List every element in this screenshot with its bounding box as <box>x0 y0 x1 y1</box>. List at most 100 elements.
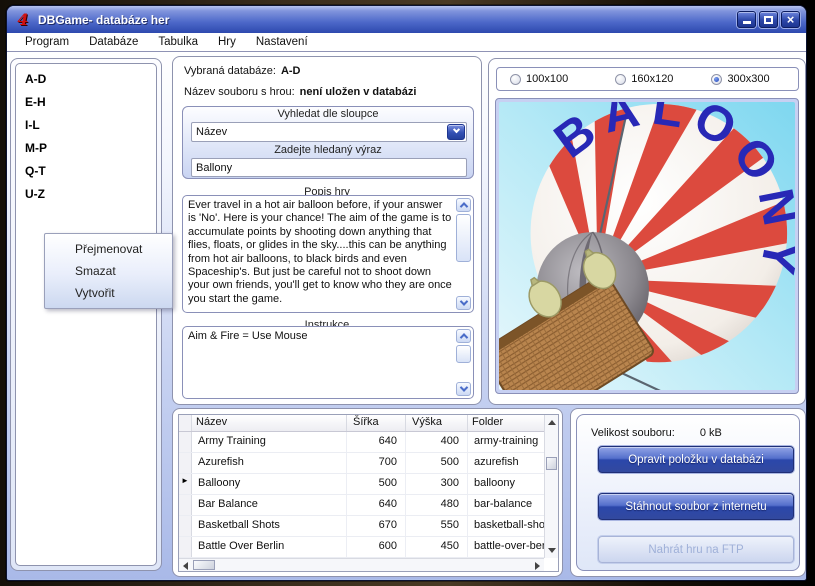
table-row[interactable]: Azurefish 700 500 azurefish <box>179 453 558 474</box>
radio-label: 100x100 <box>526 73 568 85</box>
action-button[interactable]: Opravit položku v databázi <box>598 446 794 473</box>
header-indicator <box>179 415 192 431</box>
menu-item[interactable]: Tabulka <box>148 34 208 50</box>
cell-name: Bar Balance <box>192 495 347 515</box>
size-radio-option[interactable]: 160x120 <box>615 73 673 85</box>
scroll-up-icon[interactable] <box>548 420 556 425</box>
instructions-text: Aim & Fire = Use Mouse <box>188 330 453 395</box>
column-header-name[interactable]: Název <box>192 415 347 431</box>
table-row[interactable]: Bar Balance 640 480 bar-balance <box>179 495 558 516</box>
table-row[interactable]: Balloony 500 300 balloony <box>179 474 558 495</box>
table-vertical-scrollbar[interactable] <box>544 415 558 558</box>
chevron-down-icon <box>459 383 467 391</box>
row-indicator <box>179 516 192 536</box>
maximize-icon <box>764 16 773 24</box>
combo-dropdown-button[interactable] <box>447 124 465 140</box>
search-column-label: Vyhledat dle sloupce <box>183 108 473 120</box>
action-button[interactable]: Nahrát hru na FTP <box>598 536 794 563</box>
action-button[interactable]: Stáhnout soubor z internetu <box>598 493 794 520</box>
cell-name: Balloony <box>192 474 347 494</box>
sidebar-item[interactable]: Q-T <box>16 160 156 183</box>
client-area: A-DE-HI-LM-PQ-TU-Z PřejmenovatSmazatVytv… <box>7 52 806 579</box>
table-horizontal-scrollbar[interactable] <box>179 558 544 571</box>
file-size-line: Velikost souboru: 0 kB <box>591 427 722 439</box>
column-header-width[interactable]: Šířka <box>347 415 406 431</box>
file-size-label: Velikost souboru: <box>591 427 675 439</box>
database-listbox[interactable]: A-DE-HI-LM-PQ-TU-Z <box>15 63 157 566</box>
selected-database-line: Vybraná databáze:A-D <box>184 65 301 77</box>
context-menu-item[interactable]: Vytvořit <box>45 282 172 304</box>
window-title: DBGame- databáze her <box>38 13 737 27</box>
cell-name: Basketball Shots <box>192 516 347 536</box>
radio-label: 160x120 <box>631 73 673 85</box>
scrollbar-thumb[interactable] <box>546 457 557 470</box>
cell-width: 500 <box>347 474 406 494</box>
table-row[interactable]: Battle Over Berlin 600 450 battle-over-b… <box>179 537 558 558</box>
size-radio-option[interactable]: 100x100 <box>510 73 568 85</box>
search-column-combo[interactable]: Název <box>191 122 467 142</box>
scroll-down-icon[interactable] <box>548 548 556 553</box>
size-radio-option[interactable]: 300x300 <box>711 73 769 85</box>
maximize-button[interactable] <box>759 11 778 28</box>
titlebar[interactable]: 4 DBGame- databáze her × <box>7 6 806 33</box>
radio-label: 300x300 <box>727 73 769 85</box>
sidebar-item[interactable]: A-D <box>16 68 156 91</box>
game-file-value: není uložen v databázi <box>300 86 417 98</box>
menu-item[interactable]: Hry <box>208 34 246 50</box>
table-body: Army Training 640 400 army-training Azur… <box>179 432 558 558</box>
sidebar-item[interactable]: M-P <box>16 137 156 160</box>
scroll-up-button[interactable] <box>456 198 471 212</box>
scroll-left-icon[interactable] <box>183 562 188 570</box>
instructions-textbox[interactable]: Aim & Fire = Use Mouse <box>182 326 474 399</box>
radio-icon <box>711 74 722 85</box>
minimize-button[interactable] <box>737 11 756 28</box>
scrollbar-thumb[interactable] <box>456 214 471 262</box>
scrollbar-thumb[interactable] <box>456 345 471 363</box>
row-indicator <box>179 495 192 515</box>
chevron-up-icon <box>459 333 467 341</box>
context-menu-item[interactable]: Smazat <box>45 260 172 282</box>
scrollbar-thumb[interactable] <box>193 560 215 570</box>
cell-name: Azurefish <box>192 453 347 473</box>
scroll-down-button[interactable] <box>456 382 471 396</box>
close-button[interactable]: × <box>781 11 800 28</box>
chevron-down-icon <box>452 126 459 133</box>
scroll-up-button[interactable] <box>456 329 471 343</box>
app-icon: 4 <box>15 12 31 28</box>
row-indicator <box>179 453 192 473</box>
sidebar-item[interactable]: I-L <box>16 114 156 137</box>
menu-item[interactable]: Program <box>15 34 79 50</box>
menu-item[interactable]: Nastavení <box>246 34 318 50</box>
database-list-panel: A-DE-HI-LM-PQ-TU-Z <box>10 58 162 571</box>
cell-height: 400 <box>406 432 468 452</box>
combo-value: Název <box>192 126 447 138</box>
game-file-line: Název souboru s hrou:není uložen v datab… <box>184 86 416 98</box>
window-controls: × <box>737 11 800 28</box>
sidebar-item[interactable]: E-H <box>16 91 156 114</box>
context-menu-item[interactable]: Přejmenovat <box>45 238 172 260</box>
menubar: ProgramDatabázeTabulkaHryNastavení <box>7 33 806 52</box>
menu-item[interactable]: Databáze <box>79 34 148 50</box>
column-header-height[interactable]: Výška <box>406 415 468 431</box>
table-row[interactable]: Basketball Shots 670 550 basketball-shot… <box>179 516 558 537</box>
cell-width: 640 <box>347 495 406 515</box>
game-table: Název Šířka Výška Folder Army Training 6… <box>178 414 559 572</box>
sidebar-item[interactable]: U-Z <box>16 183 156 206</box>
description-scrollbar <box>456 198 471 310</box>
cell-height: 550 <box>406 516 468 536</box>
description-text: Ever travel in a hot air balloon before,… <box>188 199 453 309</box>
description-textbox[interactable]: Ever travel in a hot air balloon before,… <box>182 195 474 313</box>
row-indicator <box>179 432 192 452</box>
search-term-input[interactable] <box>191 158 467 177</box>
cell-name: Army Training <box>192 432 347 452</box>
table-row[interactable]: Army Training 640 400 army-training <box>179 432 558 453</box>
file-actions-groupbox: Velikost souboru: 0 kB Opravit položku v… <box>576 414 800 571</box>
scroll-right-icon[interactable] <box>535 562 540 570</box>
preview-panel: 100x100 160x120 300x300 <box>488 58 806 405</box>
selected-database-label: Vybraná databáze: <box>184 65 276 77</box>
scroll-down-button[interactable] <box>456 296 471 310</box>
chevron-down-icon <box>459 297 467 305</box>
radio-icon <box>510 74 521 85</box>
cell-height: 480 <box>406 495 468 515</box>
balloon-illustration: BALOONY <box>499 102 795 390</box>
